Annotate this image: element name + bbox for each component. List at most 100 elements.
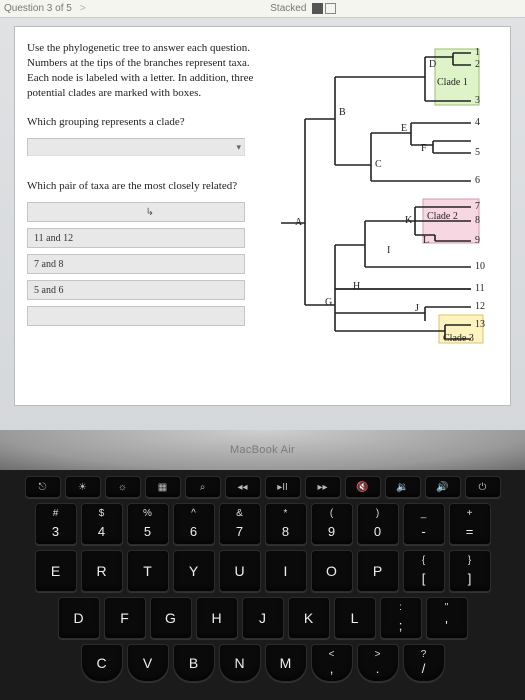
keyboard: ⎋ ☀ ☼ ▦ ⌕ ◂◂ ▸II ▸▸ 🔇 🔉 🔊 ⏻ #3 $4 %5 ^6 … <box>0 470 525 700</box>
key-f10[interactable]: 🔇 <box>345 476 381 498</box>
key-d[interactable]: D <box>58 597 100 639</box>
laptop-model-label: MacBook Air <box>230 444 295 456</box>
screen: Question 3 of 5 > Stacked Use the phylog… <box>0 0 525 430</box>
key-f2[interactable]: ☼ <box>105 476 141 498</box>
node-i: I <box>387 245 390 256</box>
answer-option-blank-2[interactable] <box>27 306 245 326</box>
node-c: C <box>375 159 382 170</box>
key-equals[interactable]: += <box>449 503 491 545</box>
laptop-hinge: MacBook Air <box>0 430 525 470</box>
question-indicator: Question 3 of 5 <box>4 3 72 14</box>
key-i[interactable]: I <box>265 550 307 592</box>
key-5[interactable]: %5 <box>127 503 169 545</box>
node-g: G <box>325 297 332 308</box>
key-8[interactable]: *8 <box>265 503 307 545</box>
split-view-icon <box>325 3 336 14</box>
key-n[interactable]: N <box>219 644 261 682</box>
key-period[interactable]: >. <box>357 644 399 682</box>
quiz-top-bar: Question 3 of 5 > Stacked <box>0 0 525 18</box>
node-f: F <box>421 143 427 154</box>
tip-13: 13 <box>475 319 485 330</box>
key-b[interactable]: B <box>173 644 215 682</box>
key-f9[interactable]: ▸▸ <box>305 476 341 498</box>
key-f12[interactable]: 🔊 <box>425 476 461 498</box>
key-7[interactable]: &7 <box>219 503 261 545</box>
answer-option-2[interactable]: 7 and 8 <box>27 254 245 274</box>
key-9[interactable]: (9 <box>311 503 353 545</box>
tip-8: 8 <box>475 215 480 226</box>
key-r[interactable]: R <box>81 550 123 592</box>
tip-10: 10 <box>475 261 485 272</box>
key-slash[interactable]: ?/ <box>403 644 445 682</box>
node-d: D <box>429 59 436 70</box>
dropdown-caret-icon: ▾ <box>236 142 241 153</box>
clade-1-label: Clade 1 <box>437 77 468 88</box>
node-l: L <box>423 235 429 246</box>
key-u[interactable]: U <box>219 550 261 592</box>
answer-option-3[interactable]: 5 and 6 <box>27 280 245 300</box>
phylogenetic-tree: 1 2 3 4 5 6 7 8 9 10 11 12 13 A B C D E … <box>275 45 495 345</box>
key-minus[interactable]: _- <box>403 503 445 545</box>
question-prompt-1: Which grouping represents a clade? <box>27 116 267 128</box>
key-f1[interactable]: ☀ <box>65 476 101 498</box>
answer-option-1[interactable]: 11 and 12 <box>27 228 245 248</box>
key-k[interactable]: K <box>288 597 330 639</box>
key-f8[interactable]: ▸II <box>265 476 301 498</box>
node-e: E <box>401 123 407 134</box>
key-power[interactable]: ⏻ <box>465 476 501 498</box>
key-rbracket[interactable]: }] <box>449 550 491 592</box>
tip-3: 3 <box>475 95 480 106</box>
key-0[interactable]: )0 <box>357 503 399 545</box>
tip-1: 1 <box>475 47 480 58</box>
key-f[interactable]: F <box>104 597 146 639</box>
tip-9: 9 <box>475 235 480 246</box>
key-4[interactable]: $4 <box>81 503 123 545</box>
question-text-column: Use the phylogenetic tree to answer each… <box>27 41 267 391</box>
stacked-view-icon <box>312 3 323 14</box>
tip-11: 11 <box>475 283 485 294</box>
key-comma[interactable]: <, <box>311 644 353 682</box>
tip-6: 6 <box>475 175 480 186</box>
key-e[interactable]: E <box>35 550 77 592</box>
key-c[interactable]: C <box>81 644 123 682</box>
key-p[interactable]: P <box>357 550 399 592</box>
key-g[interactable]: G <box>150 597 192 639</box>
key-3[interactable]: #3 <box>35 503 77 545</box>
view-mode-toggle[interactable] <box>312 3 336 14</box>
key-quote[interactable]: "' <box>426 597 468 639</box>
tip-2: 2 <box>475 59 480 70</box>
key-j[interactable]: J <box>242 597 284 639</box>
question-prompt-2: Which pair of taxa are the most closely … <box>27 180 267 192</box>
view-mode-label: Stacked <box>270 3 306 14</box>
key-o[interactable]: O <box>311 550 353 592</box>
node-a: A <box>295 217 302 228</box>
answer-option-blank[interactable] <box>27 202 245 222</box>
key-f3[interactable]: ▦ <box>145 476 181 498</box>
tip-4: 4 <box>475 117 480 128</box>
key-semicolon[interactable]: :; <box>380 597 422 639</box>
key-6[interactable]: ^6 <box>173 503 215 545</box>
tip-5: 5 <box>475 147 480 158</box>
key-f4[interactable]: ⌕ <box>185 476 221 498</box>
phylogenetic-tree-column: 1 2 3 4 5 6 7 8 9 10 11 12 13 A B C D E … <box>275 41 498 391</box>
key-esc[interactable]: ⎋ <box>25 476 61 498</box>
clade-3-label: Clade 3 <box>443 333 474 344</box>
node-b: B <box>339 107 346 118</box>
key-y[interactable]: Y <box>173 550 215 592</box>
key-l[interactable]: L <box>334 597 376 639</box>
key-lbracket[interactable]: {[ <box>403 550 445 592</box>
answer-dropdown-1[interactable]: ▾ <box>27 138 245 156</box>
key-f7[interactable]: ◂◂ <box>225 476 261 498</box>
node-h: H <box>353 281 360 292</box>
node-j: J <box>415 303 419 314</box>
question-instructions: Use the phylogenetic tree to answer each… <box>27 41 267 100</box>
key-v[interactable]: V <box>127 644 169 682</box>
key-m[interactable]: M <box>265 644 307 682</box>
tip-7: 7 <box>475 201 480 212</box>
key-t[interactable]: T <box>127 550 169 592</box>
key-f11[interactable]: 🔉 <box>385 476 421 498</box>
node-k: K <box>405 215 412 226</box>
tip-12: 12 <box>475 301 485 312</box>
clade-2-label: Clade 2 <box>427 211 458 222</box>
key-h[interactable]: H <box>196 597 238 639</box>
